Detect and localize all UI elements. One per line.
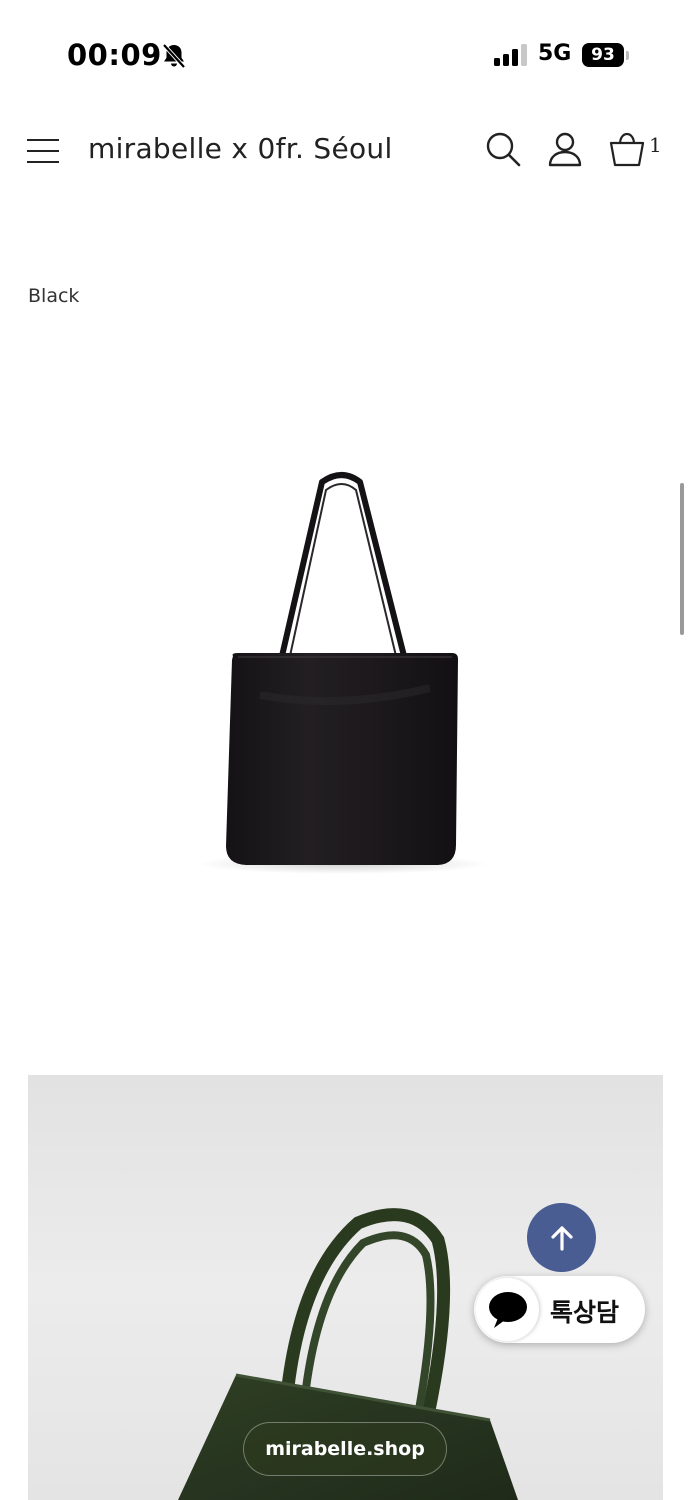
- menu-icon[interactable]: [26, 138, 60, 164]
- shop-url-badge[interactable]: mirabelle.shop: [243, 1422, 447, 1476]
- scroll-to-top-button[interactable]: [527, 1203, 596, 1272]
- bell-off-icon: [162, 43, 186, 69]
- arrow-up-icon: [550, 1225, 573, 1251]
- battery-indicator: 93: [582, 43, 624, 67]
- chat-icon-wrap: [476, 1278, 539, 1341]
- kakao-chat-button[interactable]: 톡상담: [474, 1276, 645, 1343]
- color-option-label: Black: [28, 285, 80, 307]
- chat-label: 톡상담: [550, 1298, 620, 1327]
- network-label: 5G: [538, 41, 572, 66]
- user-icon[interactable]: [547, 131, 583, 167]
- brand-logo[interactable]: mirabelle x 0fr. Séoul: [88, 132, 393, 165]
- status-time: 00:09: [67, 38, 162, 72]
- product-image[interactable]: [190, 460, 500, 880]
- cart-icon[interactable]: [608, 130, 646, 168]
- cart-count-badge: 1: [649, 133, 662, 157]
- search-icon[interactable]: [485, 131, 521, 167]
- chat-bubble-icon: [489, 1292, 527, 1328]
- signal-icon: [494, 44, 527, 66]
- site-header: mirabelle x 0fr. Séoul 1: [0, 110, 690, 195]
- battery-tip: [626, 51, 629, 60]
- status-bar: 00:09 5G 93: [0, 0, 690, 100]
- scrollbar[interactable]: [680, 483, 684, 635]
